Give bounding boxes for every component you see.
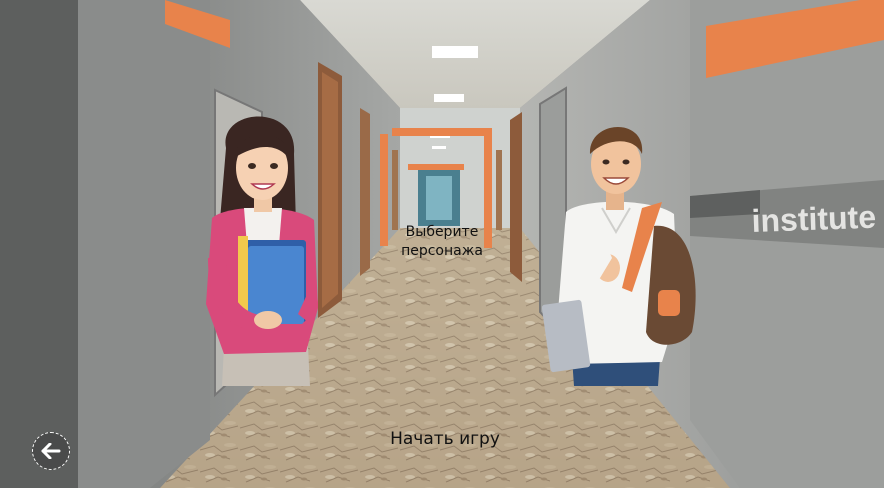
start-game-button[interactable]: Начать игру	[360, 424, 530, 452]
back-button[interactable]	[32, 432, 70, 470]
female-character-option[interactable]	[198, 108, 334, 386]
choose-character-prompt: Выберите персонажа	[380, 223, 504, 261]
arrow-left-icon	[41, 443, 61, 459]
female-student-icon	[206, 116, 319, 386]
institute-wall-sign: institute	[751, 199, 877, 239]
character-select-screen: institute Выберите персонажа Начать игру	[0, 0, 884, 488]
male-student-icon	[542, 126, 696, 386]
prompt-line-1: Выберите	[405, 224, 479, 240]
prompt-line-2: персонажа	[401, 243, 483, 259]
male-character-option[interactable]	[542, 112, 700, 386]
